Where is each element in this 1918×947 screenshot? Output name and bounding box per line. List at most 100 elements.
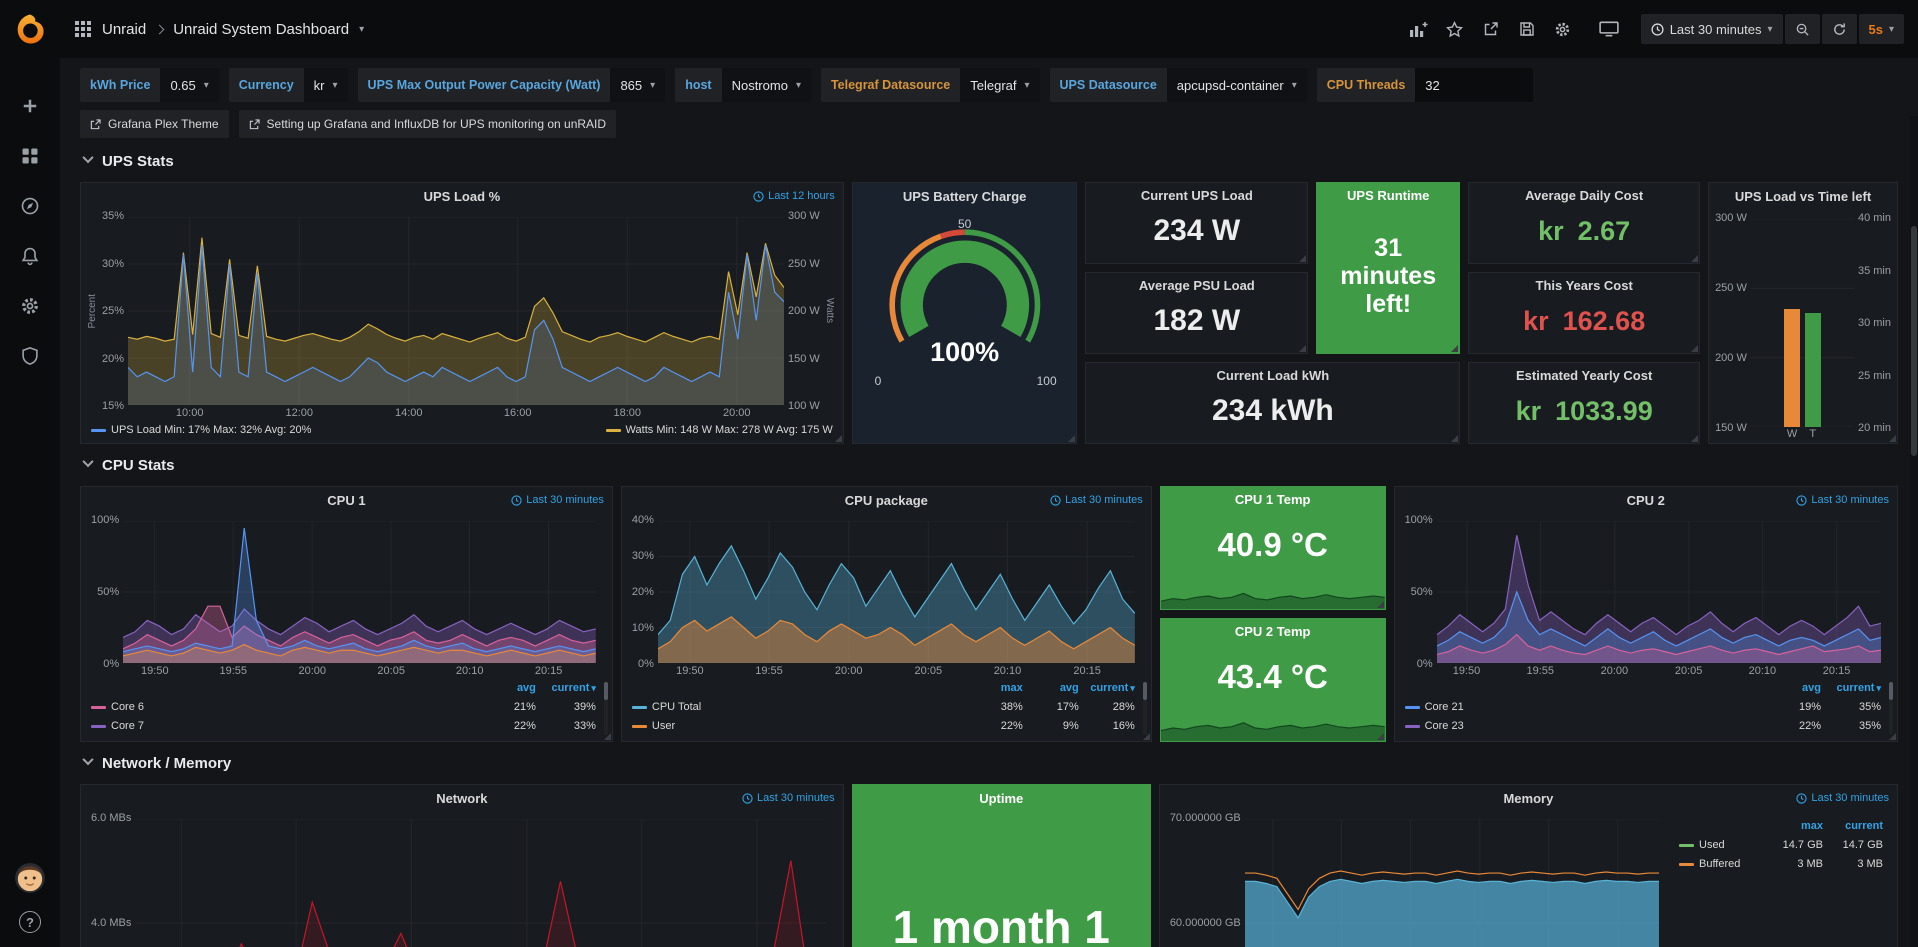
legend-column-sorted[interactable]: current bbox=[1821, 679, 1881, 698]
legend-series-name[interactable]: User bbox=[632, 717, 967, 736]
breadcrumb-root[interactable]: Unraid bbox=[102, 21, 146, 38]
variable-host: host Nostromo bbox=[675, 68, 811, 102]
time-range-label: Last 30 minutes bbox=[1670, 22, 1762, 37]
legend-column[interactable]: avg bbox=[476, 679, 536, 698]
bar-label: W bbox=[1787, 428, 1797, 440]
dashboard-title[interactable]: Unraid System Dashboard bbox=[173, 21, 349, 38]
axis-tick: 20:00 bbox=[1601, 665, 1629, 677]
panel-title[interactable]: Memory bbox=[1503, 791, 1553, 806]
variable-value-dropdown[interactable]: Telegraf bbox=[960, 68, 1039, 102]
add-panel-icon bbox=[1409, 21, 1428, 38]
chart-plot[interactable] bbox=[123, 521, 596, 663]
bar-T[interactable] bbox=[1805, 313, 1821, 427]
refresh-button[interactable] bbox=[1822, 14, 1857, 44]
panel-cpu-package: CPU package Last 30 minutes 40%30%20%10%… bbox=[621, 486, 1152, 742]
user-avatar[interactable] bbox=[15, 863, 45, 893]
panel-title[interactable]: CPU package bbox=[845, 493, 928, 508]
sidebar-item-create[interactable] bbox=[18, 94, 42, 118]
legend-row: Core 21 19% 35% bbox=[1405, 698, 1881, 717]
legend-column[interactable]: avg bbox=[1761, 679, 1821, 698]
legend-scrollbar[interactable] bbox=[1143, 682, 1147, 735]
legend-series-name[interactable]: Buffered bbox=[1679, 855, 1763, 874]
refresh-interval-select[interactable]: 5s bbox=[1859, 14, 1905, 44]
sidebar-item-configuration[interactable] bbox=[18, 294, 42, 318]
page-scrollbar[interactable] bbox=[1910, 116, 1918, 947]
variable-value-dropdown[interactable]: 0.65 bbox=[160, 68, 218, 102]
chart-plot[interactable] bbox=[1437, 521, 1881, 663]
panel-title[interactable]: UPS Load % bbox=[424, 189, 501, 204]
share-dashboard-button[interactable] bbox=[1477, 15, 1505, 43]
dashboard-settings-button[interactable] bbox=[1549, 15, 1577, 43]
section-network-memory[interactable]: Network / Memory bbox=[80, 748, 1898, 778]
apps-grid-icon[interactable] bbox=[74, 20, 92, 38]
variable-value-dropdown[interactable]: apcupsd-container bbox=[1167, 68, 1307, 102]
panel-average-psu-load: Average PSU Load 182 W bbox=[1085, 272, 1308, 354]
legend-item[interactable]: Watts Min: 148 W Max: 278 W Avg: 175 W bbox=[606, 424, 833, 436]
axis-tick: 100 W bbox=[788, 400, 820, 412]
panel-title[interactable]: UPS Load vs Time left bbox=[1735, 189, 1871, 204]
shield-icon bbox=[20, 346, 40, 366]
sidebar-item-explore[interactable] bbox=[18, 194, 42, 218]
add-panel-button[interactable] bbox=[1405, 15, 1433, 43]
legend-column[interactable]: avg bbox=[1023, 679, 1079, 698]
series-color-dash bbox=[91, 706, 106, 709]
legend-column[interactable]: current bbox=[1823, 817, 1883, 836]
y-axis-ticks-left: 100%50%0% bbox=[91, 514, 119, 670]
legend-column-sorted[interactable]: current bbox=[1079, 679, 1135, 698]
grafana-logo[interactable] bbox=[13, 0, 47, 58]
cycle-view-mode-button[interactable] bbox=[1595, 15, 1623, 43]
axis-tick: 20:10 bbox=[456, 665, 484, 677]
variable-value-dropdown[interactable]: Nostromo bbox=[722, 68, 811, 102]
legend-column-sorted[interactable]: current bbox=[536, 679, 596, 698]
sidebar-item-dashboards[interactable] bbox=[18, 144, 42, 168]
mark-favorite-button[interactable] bbox=[1441, 15, 1469, 43]
panel-title[interactable]: Network bbox=[436, 791, 487, 806]
stat-title: CPU 1 Temp bbox=[1161, 487, 1385, 507]
save-dashboard-button[interactable] bbox=[1513, 15, 1541, 43]
legend-scrollbar[interactable] bbox=[604, 682, 608, 735]
axis-tick: 50% bbox=[97, 586, 119, 598]
chart-plot[interactable] bbox=[128, 217, 784, 405]
dashboard-switcher-caret-icon[interactable] bbox=[359, 24, 364, 35]
section-ups-stats[interactable]: UPS Stats bbox=[80, 146, 1898, 176]
variable-value-input[interactable]: 32 bbox=[1415, 68, 1533, 102]
legend-column[interactable]: max bbox=[967, 679, 1023, 698]
legend-series-name[interactable]: Core 21 bbox=[1405, 698, 1761, 717]
panel-title[interactable]: UPS Battery Charge bbox=[903, 189, 1027, 204]
legend-column[interactable]: max bbox=[1763, 817, 1823, 836]
sidebar-item-server-admin[interactable] bbox=[18, 344, 42, 368]
chart-plot[interactable] bbox=[658, 521, 1135, 663]
scrollbar-thumb[interactable] bbox=[1911, 226, 1917, 456]
chart-plot[interactable] bbox=[1245, 819, 1659, 947]
link-ups-monitoring-guide[interactable]: Setting up Grafana and InfluxDB for UPS … bbox=[239, 110, 617, 138]
link-grafana-plex-theme[interactable]: Grafana Plex Theme bbox=[80, 110, 229, 138]
panel-time-override: Last 30 minutes bbox=[1796, 785, 1889, 811]
variable-value-dropdown[interactable]: kr bbox=[304, 68, 348, 102]
legend-series-name[interactable]: CPU Total bbox=[632, 698, 967, 717]
legend-series-name[interactable]: Core 7 bbox=[91, 717, 476, 736]
y-axis-ticks-left: 40%30%20%10%0% bbox=[632, 514, 654, 670]
legend-value: 35% bbox=[1821, 717, 1881, 736]
panel-title[interactable]: CPU 2 bbox=[1627, 493, 1665, 508]
zoom-out-button[interactable] bbox=[1785, 14, 1820, 44]
help-button[interactable] bbox=[19, 911, 41, 933]
time-range-picker[interactable]: Last 30 minutes bbox=[1641, 14, 1783, 44]
legend-scrollbar[interactable] bbox=[1889, 682, 1893, 735]
bar-W[interactable] bbox=[1784, 309, 1800, 427]
chart-plot[interactable] bbox=[1751, 219, 1854, 427]
panel-cpu2-temp: CPU 2 Temp 43.4 °C bbox=[1160, 618, 1386, 742]
panel-title[interactable]: Uptime bbox=[979, 791, 1023, 806]
section-cpu-stats[interactable]: CPU Stats bbox=[80, 450, 1898, 480]
legend-series-name[interactable]: Core 6 bbox=[91, 698, 476, 717]
legend-item[interactable]: UPS Load Min: 17% Max: 32% Avg: 20% bbox=[91, 424, 311, 436]
legend-value: 38% bbox=[967, 698, 1023, 717]
legend-series-name[interactable]: Core 23 bbox=[1405, 717, 1761, 736]
sidebar-item-alerting[interactable] bbox=[18, 244, 42, 268]
variable-value-dropdown[interactable]: 865 bbox=[610, 68, 665, 102]
legend-series-name[interactable]: Used bbox=[1679, 836, 1763, 855]
chart-plot[interactable] bbox=[135, 819, 826, 947]
time-controls: Last 30 minutes 5s bbox=[1641, 14, 1904, 44]
variable-label: kWh Price bbox=[80, 78, 160, 92]
panel-title[interactable]: CPU 1 bbox=[327, 493, 365, 508]
axis-tick: 150 W bbox=[1715, 422, 1747, 434]
